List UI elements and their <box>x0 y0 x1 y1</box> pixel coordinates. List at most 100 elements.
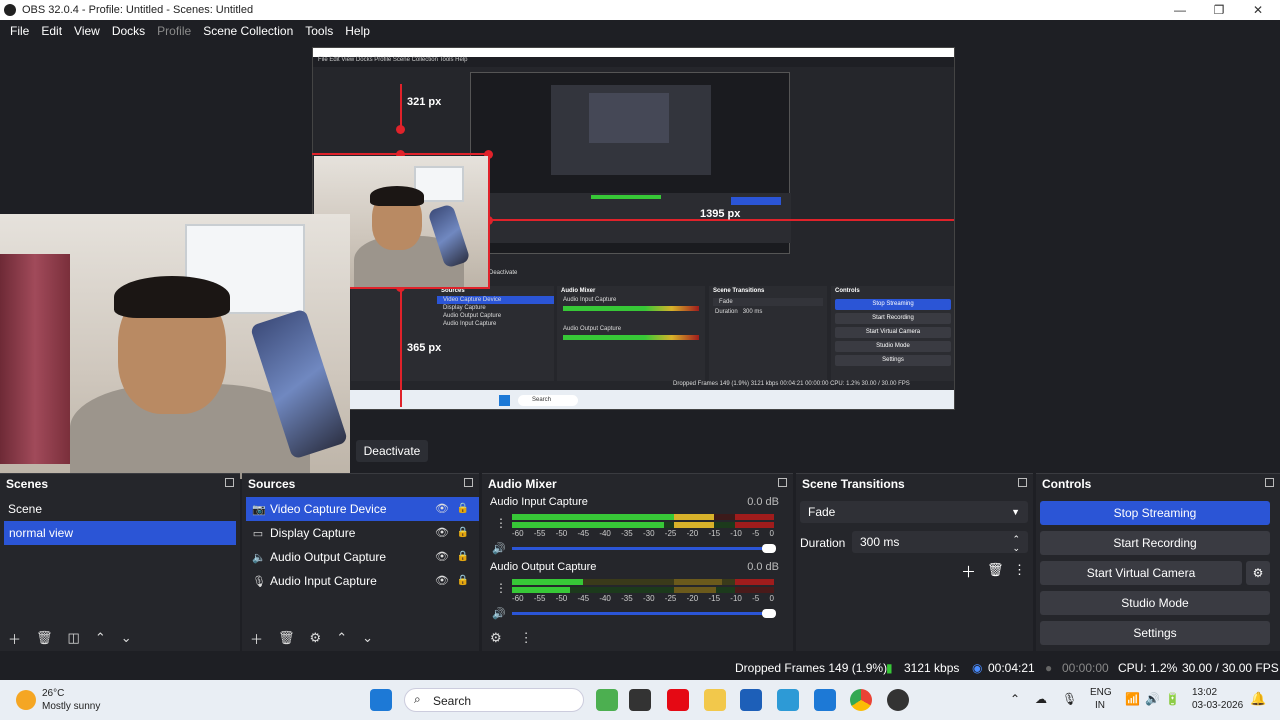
spin-down-icon[interactable]: ⌄ <box>1012 537 1020 559</box>
duration-label: Duration <box>800 536 846 550</box>
help-icon[interactable] <box>814 689 836 711</box>
battery-icon[interactable]: 🔋 <box>1165 692 1180 706</box>
network-icon[interactable]: ☁ <box>1035 692 1047 706</box>
microphone-icon: 🎙 <box>252 576 266 588</box>
source-item-audio-input[interactable]: 🎙 Audio Input Capture 👁 🔒 <box>242 569 479 593</box>
nested-controls-dock: Controls Stop Streaming Start Recording … <box>831 286 954 381</box>
app-icon[interactable] <box>629 689 651 711</box>
menu-edit[interactable]: Edit <box>41 24 62 38</box>
language-top[interactable]: ENG <box>1090 687 1112 698</box>
settings-button[interactable]: Settings <box>1040 621 1270 645</box>
channel-menu-icon[interactable]: ⋮ <box>495 516 507 530</box>
store-icon[interactable] <box>740 689 762 711</box>
speaker-icon[interactable]: 🔊 <box>492 542 506 555</box>
controls-dock: Controls Stop Streaming Start Recording … <box>1036 473 1280 651</box>
visibility-eye-icon[interactable]: 👁 <box>435 569 449 593</box>
clock-date[interactable]: 03-03-2026 <box>1192 700 1243 711</box>
transition-select[interactable]: Fade ▼ <box>800 501 1028 523</box>
restore-icon[interactable]: ❐ <box>1199 0 1239 20</box>
add-transition-icon[interactable]: ＋ <box>961 561 976 582</box>
minimize-icon[interactable]: — <box>1160 0 1200 20</box>
source-item-display-capture[interactable]: ▭ Display Capture 👁 🔒 <box>242 521 479 545</box>
lock-icon[interactable]: 🔒 <box>457 521 469 545</box>
studio-mode-button[interactable]: Studio Mode <box>1040 591 1270 615</box>
copilot-icon[interactable] <box>596 689 618 711</box>
volume-icon[interactable]: 🔊 <box>1145 692 1160 706</box>
nested-sources-dock: Sources Video Capture Device Display Cap… <box>351 286 554 381</box>
menu-profile[interactable]: Profile <box>157 24 191 38</box>
deactivate-button[interactable]: Deactivate <box>356 440 428 462</box>
remove-source-icon[interactable]: 🗑 <box>278 630 295 646</box>
lock-icon[interactable]: 🔒 <box>457 545 469 569</box>
lock-icon[interactable]: 🔒 <box>457 497 469 521</box>
undock-icon[interactable] <box>1018 478 1027 487</box>
volume-slider[interactable] <box>512 544 776 553</box>
source-item-video-capture[interactable]: 📷 Video Capture Device 👁 🔒 <box>246 497 479 521</box>
move-up-icon[interactable]: ⌃ <box>95 630 106 646</box>
menu-tools[interactable]: Tools <box>305 24 333 38</box>
undock-icon[interactable] <box>778 478 787 487</box>
wifi-icon[interactable]: 📶 <box>1125 692 1140 706</box>
stop-streaming-button[interactable]: Stop Streaming <box>1040 501 1270 525</box>
start-icon[interactable] <box>370 689 392 711</box>
nested-deactivate: Deactivate <box>489 270 518 276</box>
chevron-up-icon[interactable]: ⌃ <box>1010 692 1020 706</box>
language-bottom[interactable]: IN <box>1095 700 1105 711</box>
preview-canvas[interactable]: File Edit View Docks Profile Scene Colle… <box>0 42 1280 479</box>
add-scene-icon[interactable]: ＋ <box>8 629 21 648</box>
remove-transition-icon[interactable]: 🗑 <box>987 562 1004 578</box>
duration-spinbox[interactable]: 300 ms ⌃ ⌄ <box>852 531 1028 553</box>
chrome-icon[interactable] <box>850 689 872 711</box>
file-explorer-icon[interactable] <box>704 689 726 711</box>
scene-item-scene[interactable]: Scene <box>0 497 240 521</box>
mixer-menu-icon[interactable]: ⋮ <box>520 630 533 646</box>
menu-view[interactable]: View <box>74 24 100 38</box>
clock-time[interactable]: 13:02 <box>1192 687 1217 698</box>
speaker-icon[interactable]: 🔊 <box>492 607 506 620</box>
menu-scene-collection[interactable]: Scene Collection <box>203 24 293 38</box>
visibility-eye-icon[interactable]: 👁 <box>435 497 449 521</box>
source-item-audio-output[interactable]: 🔈 Audio Output Capture 👁 🔒 <box>242 545 479 569</box>
sources-toolbar: ＋ 🗑 ⚙ ⌃ ⌄ <box>242 629 373 647</box>
lock-icon[interactable]: 🔒 <box>457 569 469 593</box>
menu-file[interactable]: File <box>10 24 29 38</box>
stream-icon: ◉ <box>972 661 983 675</box>
move-down-icon[interactable]: ⌄ <box>121 630 132 646</box>
notification-bell-icon[interactable]: 🔔 <box>1250 691 1266 707</box>
move-down-icon[interactable]: ⌄ <box>362 630 373 646</box>
source-properties-icon[interactable]: ⚙ <box>310 630 322 646</box>
start-recording-button[interactable]: Start Recording <box>1040 531 1270 555</box>
channel-menu-icon[interactable]: ⋮ <box>495 581 507 595</box>
close-icon[interactable]: ✕ <box>1238 0 1278 20</box>
visibility-eye-icon[interactable]: 👁 <box>435 545 449 569</box>
distance-label-left: 365 px <box>407 342 442 354</box>
remove-scene-icon[interactable]: 🗑 <box>36 630 53 646</box>
visibility-eye-icon[interactable]: 👁 <box>435 521 449 545</box>
obs-icon[interactable] <box>887 689 909 711</box>
scene-filters-icon[interactable]: ◫ <box>68 630 80 646</box>
menu-docks[interactable]: Docks <box>112 24 145 38</box>
undock-icon[interactable] <box>464 478 473 487</box>
menu-help[interactable]: Help <box>345 24 370 38</box>
undock-icon[interactable] <box>1265 478 1274 487</box>
controls-title: Controls <box>1036 474 1280 494</box>
move-up-icon[interactable]: ⌃ <box>336 630 347 646</box>
netflix-icon[interactable] <box>667 689 689 711</box>
app-icon[interactable] <box>777 689 799 711</box>
add-source-icon[interactable]: ＋ <box>250 629 263 648</box>
guide-line-bottom <box>400 287 402 407</box>
weather-icon[interactable] <box>16 690 36 710</box>
start-virtual-camera-button[interactable]: Start Virtual Camera <box>1040 561 1242 585</box>
undock-icon[interactable] <box>225 478 234 487</box>
virtual-camera-settings-icon[interactable]: ⚙ <box>1246 561 1270 585</box>
transition-menu-icon[interactable]: ⋮ <box>1013 562 1026 578</box>
taskbar-search[interactable]: ⌕ Search <box>404 688 584 712</box>
distance-label-top: 321 px <box>407 96 442 108</box>
scenes-dock-title: Scenes <box>0 474 240 494</box>
scene-item-normal-view[interactable]: normal view <box>4 521 236 545</box>
volume-slider[interactable] <box>512 609 776 618</box>
transform-handle-top[interactable] <box>396 125 405 134</box>
advanced-audio-icon[interactable]: ⚙ <box>490 630 502 646</box>
microphone-icon[interactable]: 🎙 <box>1062 692 1077 706</box>
mixer-channel-output: Audio Output Capture 0.0 dB ⋮ -60 -55 -50-… <box>482 559 793 624</box>
